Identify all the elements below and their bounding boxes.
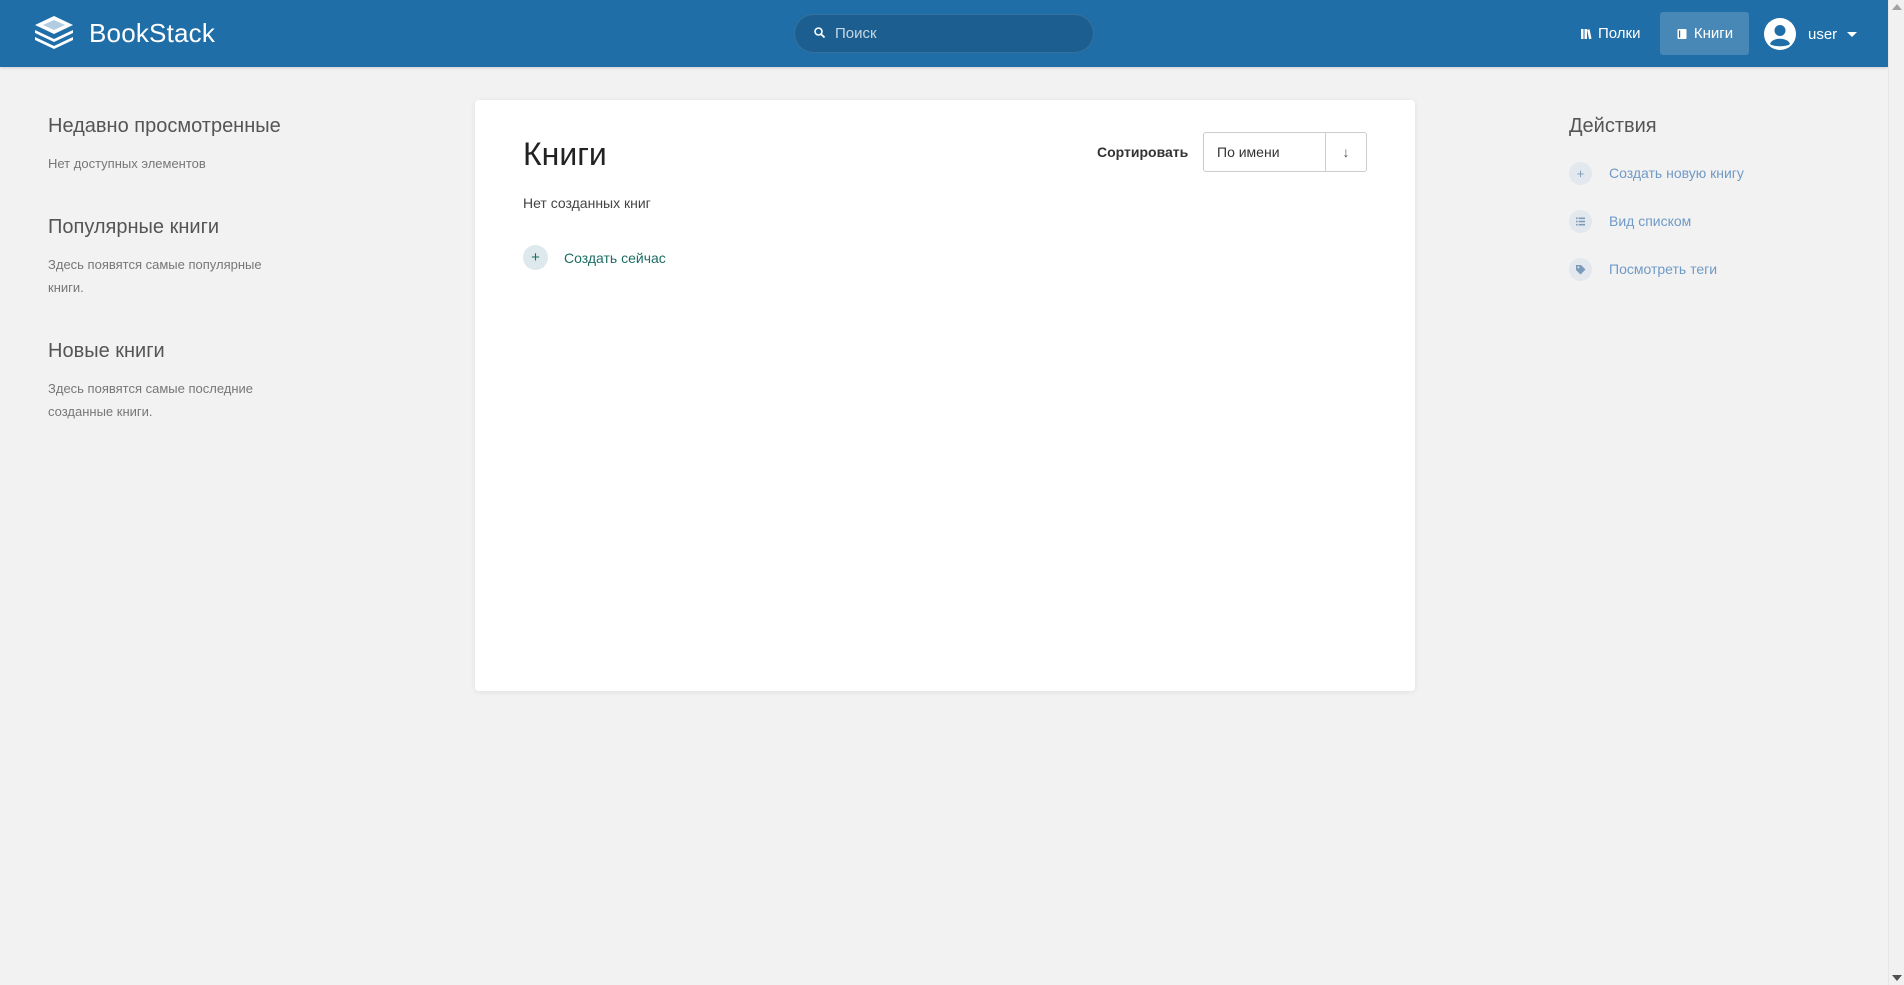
search-input[interactable] — [835, 15, 1085, 52]
new-books-title: Новые книги — [48, 340, 165, 362]
nav-books-label: Книги — [1693, 25, 1734, 42]
new-books-section: Новые книги Здесь появятся самые последн… — [48, 340, 348, 423]
books-card: Книги Сортировать По имени ↓ Нет созданн… — [475, 100, 1415, 691]
new-books-empty-text: Здесь появятся самые последние созданные… — [48, 381, 254, 419]
page-scrollbar[interactable] — [1888, 0, 1904, 985]
user-name: user — [1808, 25, 1838, 43]
actions-sidebar: Действия + Создать новую книгу Вид списк… — [1569, 115, 1869, 305]
no-books-text: Нет созданных книг — [523, 195, 651, 211]
popular-title: Популярные книги — [48, 216, 220, 238]
sort-select[interactable]: По имени — [1204, 133, 1326, 171]
logo-link[interactable]: BookStack — [33, 14, 215, 52]
sort-label: Сортировать — [1097, 144, 1189, 160]
user-menu[interactable]: user — [1764, 16, 1858, 52]
shelves-icon — [1581, 28, 1592, 39]
view-tags-action[interactable]: Посмотреть теги — [1569, 257, 1869, 281]
book-icon — [1677, 28, 1687, 39]
actions-title: Действия — [1569, 115, 1657, 137]
view-tags-label: Посмотреть теги — [1609, 261, 1718, 277]
nav-shelves-label: Полки — [1598, 25, 1641, 42]
page-title: Книги — [523, 136, 607, 172]
plus-icon: + — [1569, 161, 1592, 185]
bookstack-logo-icon — [35, 16, 73, 49]
recent-section: Недавно просмотренные Нет доступных элем… — [48, 115, 348, 175]
scroll-down-icon[interactable] — [1892, 975, 1902, 981]
logo-text: BookStack — [89, 17, 216, 48]
arrow-down-icon: ↓ — [1342, 144, 1350, 160]
search-box[interactable] — [794, 14, 1094, 53]
page: BookStack Полки Книги — [0, 0, 1904, 985]
recent-title: Недавно просмотренные — [48, 115, 281, 137]
popular-section: Популярные книги Здесь появятся самые по… — [48, 216, 348, 299]
search-icon — [814, 27, 826, 39]
recent-empty-text: Нет доступных элементов — [48, 156, 206, 171]
create-book-label: Создать новую книгу — [1609, 165, 1744, 181]
nav-books-link[interactable]: Книги — [1660, 12, 1749, 55]
plus-icon: + — [523, 245, 548, 270]
list-view-label: Вид списком — [1609, 213, 1692, 229]
list-view-action[interactable]: Вид списком — [1569, 209, 1869, 233]
list-icon — [1569, 209, 1592, 233]
create-now-label: Создать сейчас — [564, 249, 666, 266]
create-now-link[interactable]: + Создать сейчас — [523, 245, 666, 270]
popular-empty-text: Здесь появятся самые популярные книги. — [48, 257, 262, 295]
avatar — [1764, 18, 1796, 50]
sort-control: По имени ↓ — [1203, 132, 1367, 172]
header-bar: BookStack Полки Книги — [0, 0, 1888, 67]
chevron-down-icon — [1847, 31, 1858, 37]
left-sidebar: Недавно просмотренные Нет доступных элем… — [48, 115, 348, 464]
tag-icon — [1569, 257, 1592, 281]
scroll-up-icon[interactable] — [1892, 4, 1902, 10]
sort-direction-button[interactable]: ↓ — [1326, 133, 1366, 171]
create-book-action[interactable]: + Создать новую книгу — [1569, 161, 1869, 185]
sort-select-value: По имени — [1217, 144, 1280, 160]
nav-shelves-link[interactable]: Полки — [1566, 12, 1655, 55]
